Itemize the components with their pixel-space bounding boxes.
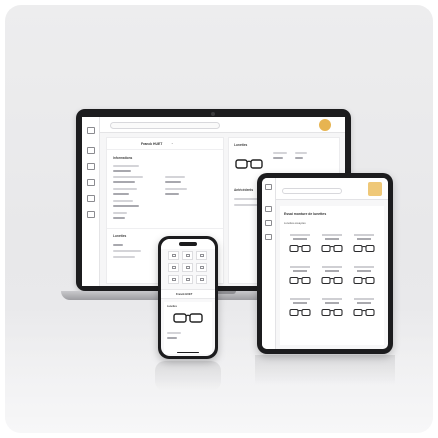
menu-tile[interactable] xyxy=(168,275,179,284)
phone-screen: Franck HUET Lunettes xyxy=(161,239,215,356)
menu-tile[interactable] xyxy=(182,263,193,272)
glasses-thumbnail[interactable] xyxy=(286,266,314,292)
glasses-trial-panel: Essai monture de lunettes Lunettes essay… xyxy=(280,206,384,345)
glasses-thumbnail[interactable] xyxy=(350,266,378,292)
calendar-icon[interactable] xyxy=(87,147,95,154)
phone: Franck HUET Lunettes xyxy=(158,236,218,359)
laptop-camera xyxy=(211,112,215,116)
phone-notch xyxy=(179,242,197,246)
search-input[interactable] xyxy=(282,188,342,194)
tablet-screen: Essai monture de lunettes Lunettes essay… xyxy=(262,178,388,349)
phone-menu-grid xyxy=(168,251,208,285)
phone-reflection xyxy=(155,361,221,391)
glasses-icon xyxy=(289,308,311,317)
logo-mark xyxy=(368,182,382,196)
glasses-icon[interactable] xyxy=(173,312,203,324)
menu-tile[interactable] xyxy=(168,251,179,260)
glasses-thumbnail[interactable] xyxy=(286,234,314,260)
patient-name[interactable]: Franck HUET xyxy=(176,293,192,296)
lunettes-section-title: Lunettes xyxy=(113,234,127,238)
glasses-icon xyxy=(289,244,311,253)
glasses-icon xyxy=(289,276,311,285)
patients-icon[interactable] xyxy=(265,220,272,226)
lunettes-side-title: Lunettes xyxy=(234,143,248,147)
glasses-thumbnail[interactable] xyxy=(286,298,314,324)
documents-icon[interactable] xyxy=(265,234,272,240)
phone-patient-header: Franck HUET xyxy=(161,289,215,299)
history-section-title: Antécédents xyxy=(234,188,254,192)
trial-subtitle: Lunettes essayées xyxy=(284,222,306,225)
glasses-thumbnail[interactable] xyxy=(318,234,346,260)
calendar-icon[interactable] xyxy=(265,206,272,212)
home-icon[interactable] xyxy=(87,127,95,134)
patients-icon[interactable] xyxy=(87,163,95,170)
glasses-thumbnail[interactable] xyxy=(318,266,346,292)
logo-mark xyxy=(319,119,331,131)
patient-dropdown-icon[interactable]: ⌄ xyxy=(171,141,174,145)
patient-header: Franck HUET ⌄ xyxy=(107,138,223,150)
glasses-icon xyxy=(321,308,343,317)
documents-icon[interactable] xyxy=(87,179,95,186)
glasses-icon xyxy=(353,244,375,253)
patient-name[interactable]: Franck HUET xyxy=(141,142,162,146)
laptop-sidebar xyxy=(82,117,100,286)
lunettes-title: Lunettes xyxy=(167,305,177,308)
menu-tile[interactable] xyxy=(196,275,207,284)
tablet-reflection xyxy=(255,355,395,385)
glasses-thumbnail[interactable] xyxy=(350,234,378,260)
glasses-thumbnail[interactable] xyxy=(350,298,378,324)
home-indicator xyxy=(177,351,199,353)
menu-tile[interactable] xyxy=(196,263,207,272)
tablet-sidebar xyxy=(262,178,276,349)
tablet-topbar xyxy=(276,178,388,200)
product-showcase-card: Franck HUET ⌄ Informations Lunettes Lune… xyxy=(5,5,433,433)
menu-tile[interactable] xyxy=(182,275,193,284)
glasses-icon xyxy=(321,244,343,253)
phone-glasses-panel: Lunettes xyxy=(164,302,212,354)
glasses-thumbnail[interactable] xyxy=(318,298,346,324)
glasses-icon xyxy=(321,276,343,285)
info-section-title: Informations xyxy=(113,156,133,160)
menu-tile[interactable] xyxy=(182,251,193,260)
glasses-icon xyxy=(353,276,375,285)
glasses-icon xyxy=(353,308,375,317)
home-icon[interactable] xyxy=(265,184,272,190)
glasses-icon[interactable] xyxy=(235,158,263,170)
search-input[interactable] xyxy=(110,122,220,129)
stats-icon[interactable] xyxy=(87,211,95,218)
menu-tile[interactable] xyxy=(196,251,207,260)
trial-title: Essai monture de lunettes xyxy=(284,212,327,216)
menu-tile[interactable] xyxy=(168,263,179,272)
laptop-topbar xyxy=(100,117,345,133)
tablet: Essai monture de lunettes Lunettes essay… xyxy=(257,173,393,354)
settings-icon[interactable] xyxy=(87,195,95,202)
